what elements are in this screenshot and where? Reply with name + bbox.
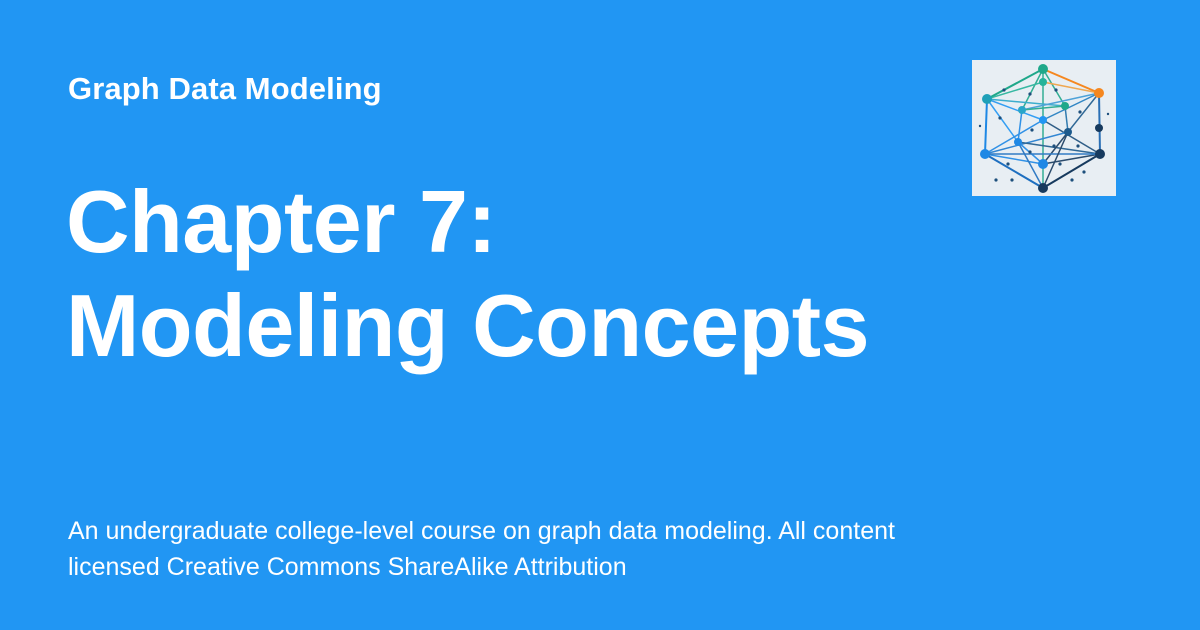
social-card: Graph Data Modeling Chapter 7: Modeling … bbox=[0, 0, 1200, 630]
graph-network-icon bbox=[978, 64, 1110, 193]
page-title-line-2: Modeling Concepts bbox=[66, 276, 870, 375]
page-title: Chapter 7: Modeling Concepts bbox=[66, 170, 926, 378]
page-description: An undergraduate college-level course on… bbox=[68, 517, 895, 581]
site-name[interactable]: Graph Data Modeling bbox=[68, 70, 382, 108]
logo bbox=[972, 60, 1116, 196]
page-title-line-1: Chapter 7: bbox=[66, 172, 497, 271]
